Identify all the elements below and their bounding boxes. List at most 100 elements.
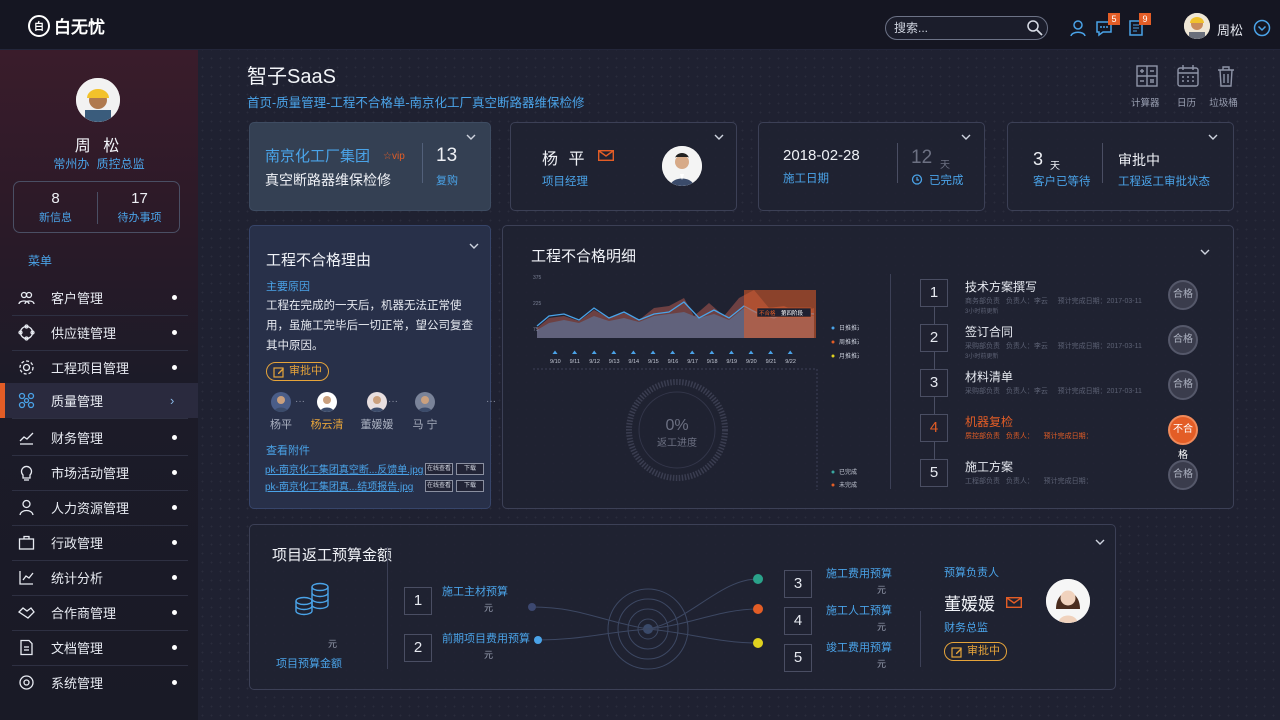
chevron-down-icon[interactable] — [469, 241, 479, 251]
bullet-icon — [172, 330, 177, 335]
trash-tool[interactable]: 垃圾桶 — [1209, 64, 1238, 109]
sidebar-item-label: 合作商管理 — [51, 606, 117, 621]
chevron-down-icon[interactable] — [466, 132, 476, 142]
logo-text: 白无忧 — [54, 18, 105, 37]
budget-item-label[interactable]: 施工人工预算 — [826, 602, 892, 618]
sidebar-item-gear[interactable]: 工程项目管理 — [0, 350, 198, 385]
tool-label: 计算器 — [1131, 98, 1160, 109]
step-status-badge[interactable]: 合格 — [1168, 460, 1198, 490]
sidebar-item-person[interactable]: 人力资源管理 — [0, 490, 198, 525]
budget-item-label[interactable]: 竣工费用预算 — [826, 639, 892, 655]
chevron-down-icon[interactable] — [1253, 19, 1271, 37]
user-icon[interactable] — [1069, 19, 1087, 37]
owner-role: 财务总监 — [944, 622, 988, 634]
chevron-down-icon[interactable] — [961, 132, 971, 142]
breadcrumb[interactable]: 首页-质量管理-工程不合格单-南京化工厂真空断路器维保检修 — [247, 92, 585, 111]
budget-item-label[interactable]: 施工费用预算 — [826, 565, 892, 581]
new-info-label: 新信息 — [39, 212, 72, 224]
calculator-icon — [1136, 65, 1158, 87]
bullet-icon — [172, 365, 177, 370]
x-tick-label: 9/12 — [589, 359, 600, 365]
person-item[interactable]: 董媛媛 — [360, 392, 394, 432]
sidebar-item-users[interactable]: 客户管理 — [0, 280, 198, 315]
sidebar-item-label: 供应链管理 — [51, 326, 117, 341]
user-avatar[interactable] — [1184, 13, 1210, 39]
manager-role: 项目经理 — [542, 176, 588, 188]
step-status-badge[interactable]: 不合格 — [1168, 415, 1198, 461]
profile-stats: 8 新信息 17 待办事项 — [13, 181, 180, 233]
date-marker — [552, 350, 558, 354]
attachment-link[interactable]: pk-南京化工集团真空断...反馈单.jpg — [265, 461, 423, 476]
step-status-badge[interactable]: 合格 — [1168, 280, 1198, 310]
view-online-button[interactable]: 在线查看 — [425, 463, 453, 475]
chevron-down-icon[interactable] — [1200, 247, 1210, 257]
sidebar-item-label: 统计分析 — [51, 571, 104, 586]
step-updated: 3小时前更新 — [965, 354, 999, 360]
new-info-stat[interactable]: 8 新信息 — [14, 190, 97, 225]
budget-item-label[interactable]: 前期项目费用预算 — [442, 630, 530, 646]
sidebar-item-quality[interactable]: 质量管理 › — [0, 383, 198, 418]
manager-avatar — [662, 146, 702, 186]
budget-item-label[interactable]: 施工主材预算 — [442, 583, 508, 599]
person-icon — [19, 499, 34, 516]
x-tick-label: 9/21 — [766, 359, 777, 365]
sidebar: 周 松 常州办 质控总监 8 新信息 17 待办事项 菜单 客户管理 供应链管理 工程项… — [0, 50, 198, 720]
search-input[interactable] — [885, 16, 1048, 40]
legend-label: 月推推进 — [839, 352, 859, 360]
user-name[interactable]: 周松 — [1217, 20, 1243, 39]
sidebar-item-label: 质量管理 — [51, 394, 104, 409]
download-button[interactable]: 下载 — [456, 463, 484, 475]
sidebar-item-document[interactable]: 文档管理 — [0, 630, 198, 665]
step-status-badge[interactable]: 合格 — [1168, 370, 1198, 400]
person-item[interactable]: 马 宁 — [408, 392, 442, 432]
x-tick-label: 9/19 — [726, 359, 737, 365]
date-marker — [709, 350, 715, 354]
person-item[interactable]: 杨云清 — [310, 392, 344, 432]
days-unit: 天 — [940, 160, 950, 171]
sidebar-item-label: 工程项目管理 — [51, 361, 130, 376]
search-icon[interactable] — [1026, 19, 1044, 37]
download-button[interactable]: 下载 — [456, 480, 484, 492]
chevron-down-icon[interactable] — [1095, 537, 1105, 547]
page-title: 智子SaaS — [247, 66, 336, 88]
construction-date-label: 施工日期 — [783, 173, 829, 185]
budget-item-unit: 元 — [484, 650, 494, 660]
sidebar-item-briefcase[interactable]: 行政管理 — [0, 525, 198, 560]
sidebar-item-system[interactable]: 系统管理 — [0, 665, 198, 700]
sidebar-item-finance[interactable]: 财务管理 — [0, 420, 198, 455]
step-due: 预计完成日期：2017-03-11 — [1057, 343, 1142, 350]
app-logo[interactable]: 白 白无忧 — [28, 13, 105, 38]
wait-label: 客户已等待 — [1033, 176, 1091, 188]
budget-item-unit: 元 — [877, 585, 887, 595]
attachment-link[interactable]: pk-南京化工集团真...结项报告.jpg — [265, 478, 413, 493]
person-item[interactable]: 杨平 — [264, 392, 298, 432]
budget-item-number: 4 — [784, 607, 812, 635]
step-due: 预计完成日期： — [1043, 478, 1093, 485]
person-avatar — [367, 392, 387, 412]
todo-stat[interactable]: 17 待办事项 — [98, 190, 181, 225]
wait-days: 3 — [1033, 149, 1044, 169]
approval-tag[interactable]: 审批中 — [266, 362, 329, 381]
budget-item-number: 3 — [784, 570, 812, 598]
owner-approval-tag[interactable]: 审批中 — [944, 642, 1007, 661]
x-tick-label: 9/15 — [648, 359, 659, 365]
chevron-down-icon[interactable] — [1208, 132, 1218, 142]
sidebar-item-chart[interactable]: 统计分析 — [0, 560, 198, 595]
mail-icon[interactable] — [1006, 597, 1022, 608]
bullet-icon — [172, 470, 177, 475]
budget-radar-graphic — [528, 574, 763, 670]
company-name[interactable]: 南京化工厂集团 — [265, 145, 370, 166]
manager-name: 杨 平 — [542, 151, 588, 168]
attachments-title[interactable]: 查看附件 — [266, 442, 310, 458]
calculator-tool[interactable]: 计算器 — [1131, 64, 1160, 109]
step-status-badge[interactable]: 合格 — [1168, 325, 1198, 355]
calendar-tool[interactable]: 日历 — [1173, 64, 1200, 109]
view-online-button[interactable]: 在线查看 — [425, 480, 453, 492]
sidebar-item-bulb[interactable]: 市场活动管理 — [0, 455, 198, 490]
sidebar-item-label: 行政管理 — [51, 536, 104, 551]
mail-icon[interactable] — [598, 150, 614, 161]
date-marker — [630, 350, 636, 354]
sidebar-item-handshake[interactable]: 合作商管理 — [0, 595, 198, 630]
chevron-down-icon[interactable] — [714, 132, 724, 142]
sidebar-item-chain[interactable]: 供应链管理 — [0, 315, 198, 350]
